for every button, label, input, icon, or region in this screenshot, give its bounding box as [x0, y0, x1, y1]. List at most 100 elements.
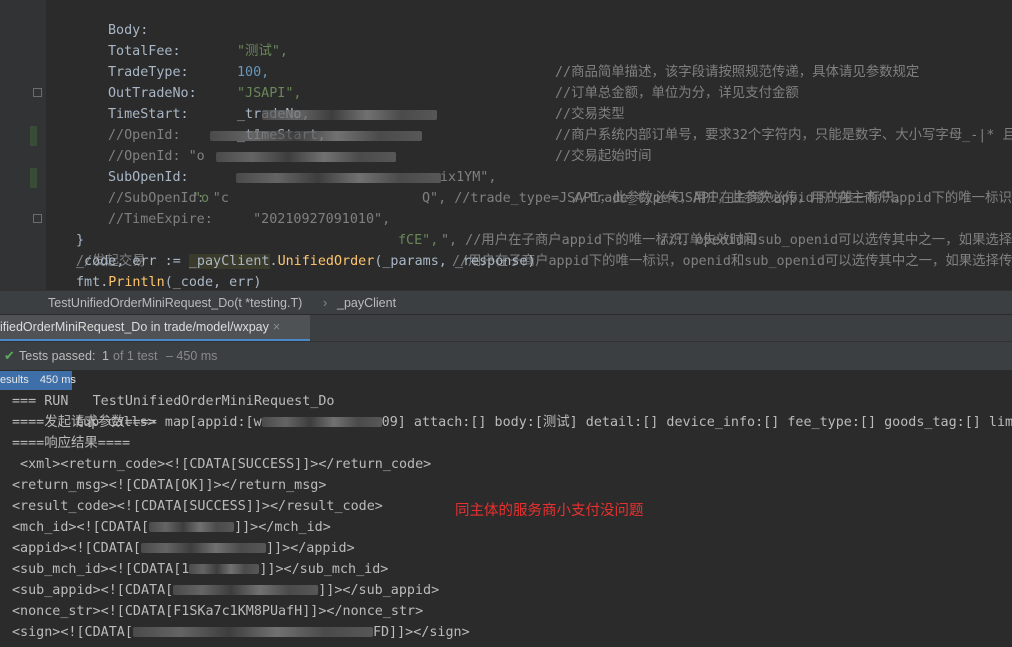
run-tab[interactable]: ifiedOrderMiniRequest_Do in trade/model/…	[0, 315, 310, 342]
field-value: 100,	[237, 65, 270, 80]
code-line[interactable]: //OpenId: " ix1YM", //trade_type=JSAPI，此…	[0, 104, 1012, 206]
field-name: OutTradeNo:	[108, 86, 197, 101]
badge-label: esults	[0, 374, 29, 386]
code-line[interactable]: //TimeExpire: "20210927091010", //订单失效时间	[0, 188, 756, 248]
console-text: 09] attach:[] body:[测试] detail:[] device…	[381, 415, 1012, 430]
close-icon[interactable]: ×	[273, 320, 280, 334]
console-line: <xml><return_code><![CDATA[SUCCESS]]></r…	[12, 457, 432, 472]
console-line: <appid><![CDATA[ ]]></appid>	[12, 538, 355, 559]
redacted-value	[236, 173, 441, 183]
code-line[interactable]: TimeStart: _timeStart, //交易起始时间	[0, 83, 651, 164]
code-line[interactable]: //发起交易	[0, 230, 146, 269]
console-text: ====发起请求参数==== map[appid:[w	[12, 415, 262, 430]
field-value: "JSAPI",	[237, 86, 302, 101]
redacted-value	[189, 564, 260, 574]
code-comment: //订单总金额，单位为分，详见支付金额	[555, 86, 799, 101]
console-line: <result_code><![CDATA[SUCCESS]]></result…	[12, 499, 383, 514]
code-comment: //订单失效时间	[660, 233, 757, 248]
redacted-value	[149, 522, 235, 532]
fold-marker-icon[interactable]	[33, 88, 42, 97]
code-comment: //SubOpenId: "c	[108, 191, 229, 206]
console-line: <mch_id><![CDATA[ ]]></mch_id>	[12, 517, 331, 538]
console-text: <appid><![CDATA[	[12, 541, 141, 556]
run-tab-label: ifiedOrderMiniRequest_Do in trade/model/…	[0, 320, 269, 334]
code-comment: //交易类型	[555, 107, 625, 122]
code-token: _code, err :=	[76, 254, 189, 269]
test-status-bar: ✔ Tests passed: 1 of 1 test – 450 ms	[0, 341, 1012, 371]
code-comment: //用户在子商户appid下的唯一标识，openid和sub_openid可以选…	[452, 254, 1012, 269]
console-line: <sign><![CDATA[ FD]]></sign>	[12, 622, 470, 643]
closing-brace: }	[76, 233, 85, 248]
console-text: ]]></appid>	[266, 541, 355, 556]
console-line: ====响应结果====	[12, 436, 131, 451]
code-line[interactable]: //SubOpenId: "c ", //用户在子商户appid下的唯一标识，o…	[0, 167, 1012, 248]
console-line: <return_msg><![CDATA[OK]]></return_msg>	[12, 478, 327, 493]
code-line[interactable]: TotalFee: 100, //订单总金额，单位为分，详见支付金额	[0, 20, 799, 101]
tests-passed-label: Tests passed:	[19, 349, 96, 363]
code-token: (_code, err)	[164, 275, 262, 290]
field-name: SubOpenId:	[108, 170, 189, 185]
tests-duration: – 450 ms	[166, 349, 218, 363]
console-line: <sub_mch_id><![CDATA[1 ]]></sub_mch_id>	[12, 559, 388, 580]
annotation-note: 同主体的服务商小支付没问题	[455, 503, 644, 519]
badge-time: 450 ms	[39, 374, 76, 386]
check-icon: ✔	[4, 348, 15, 363]
field-name: TotalFee:	[108, 44, 181, 59]
redacted-value	[210, 131, 422, 141]
code-token: fmt	[76, 275, 101, 290]
code-token: .	[269, 254, 278, 269]
code-comment: //OpenId: "o	[108, 149, 205, 164]
code-editor[interactable]: Body: "测试", //商品简单描述，该字段请按照规范传递，具体请见参数规定…	[0, 0, 1012, 290]
console-text: FD]]></sign>	[372, 625, 470, 640]
field-name: TimeStart:	[108, 107, 189, 122]
code-comment: Q", //trade_type=JSAPI，此参数必传，用户在主商户appid…	[422, 191, 908, 206]
code-line[interactable]: }	[0, 209, 84, 248]
breadcrumb: TestUnifiedOrderMiniRequest_Do(t *testin…	[0, 290, 1012, 315]
tests-passed-count: 1	[102, 349, 109, 363]
console-line: <nonce_str><![CDATA[F1SKa7c1KM8PUafH]]><…	[12, 604, 424, 619]
code-line[interactable]: //OpenId: "o Q", //trade_type=JSAPI，此参数必…	[0, 125, 907, 206]
redacted-value	[262, 110, 437, 120]
redacted-value	[141, 543, 266, 553]
code-token: _payClient	[188, 254, 270, 269]
field-value: "测试",	[237, 44, 288, 59]
code-token: (_params, _response)	[374, 254, 536, 269]
tests-total: of 1 test	[113, 349, 158, 363]
console-text: ]]></mch_id>	[234, 520, 331, 535]
code-comment: //交易起始时间	[555, 149, 652, 164]
code-line[interactable]: SubOpenId: "o fCE", //用户在子商户appid下的唯一标识，…	[0, 146, 1012, 269]
code-comment: //TimeExpire: "20210927091010",	[108, 212, 391, 227]
breadcrumb-separator: ›	[323, 296, 328, 310]
code-line[interactable]: Body: "测试", //商品简单描述，该字段请按照规范传递，具体请见参数规定	[0, 0, 919, 80]
redacted-value	[173, 585, 319, 595]
fold-marker-icon[interactable]	[33, 214, 42, 223]
test-results-badge[interactable]: esults 450 ms	[0, 371, 76, 390]
breadcrumb-symbol[interactable]: _payClient	[337, 291, 396, 315]
console-text: <sub_mch_id><![CDATA[1	[12, 562, 190, 577]
console-text: <mch_id><![CDATA[	[12, 520, 150, 535]
redacted-value	[261, 417, 382, 427]
console-text: <sign><![CDATA[	[12, 625, 133, 640]
console-text: <sub_appid><![CDATA[	[12, 583, 174, 598]
code-line[interactable]: fmt.Println(_code, err)	[76, 272, 261, 290]
code-line[interactable]: TradeType: "JSAPI", //交易类型	[0, 41, 625, 122]
redacted-value	[132, 627, 373, 637]
field-name: Body:	[108, 23, 149, 38]
field-value: fCE",	[398, 233, 439, 248]
console-line: ====发起请求参数==== map[appid:[w 09] attach:[]…	[12, 412, 1012, 433]
run-tool-tabbar: ifiedOrderMiniRequest_Do in trade/model/…	[0, 314, 1012, 342]
console-line: === RUN TestUnifiedOrderMiniRequest_Do	[12, 394, 335, 409]
code-comment: //商品简单描述，该字段请按照规范传递，具体请见参数规定	[555, 65, 920, 80]
field-name: TradeType:	[108, 65, 189, 80]
console-text: ]]></sub_mch_id>	[259, 562, 389, 577]
code-line[interactable]: OutTradeNo: _tradeNo, //商户系统内部订单号，要求32个字…	[0, 62, 1012, 143]
code-comment: ix1YM",	[440, 170, 497, 185]
console-header-line: esults 450 ms tup calls>	[0, 370, 156, 430]
console-line: <sub_appid><![CDATA[ ]]></sub_appid>	[12, 580, 439, 601]
console-text: ]]></sub_appid>	[318, 583, 440, 598]
redacted-value	[216, 152, 396, 162]
code-comment: //商户系统内部订单号，要求32个字符内，只能是数字、大小写字母_-|* 且在	[555, 128, 1012, 143]
code-token: UnifiedOrder	[277, 254, 375, 269]
code-line[interactable]: _code, err := _payClient.UnifiedOrder(_p…	[76, 251, 536, 272]
breadcrumb-function[interactable]: TestUnifiedOrderMiniRequest_Do(t *testin…	[48, 291, 302, 315]
